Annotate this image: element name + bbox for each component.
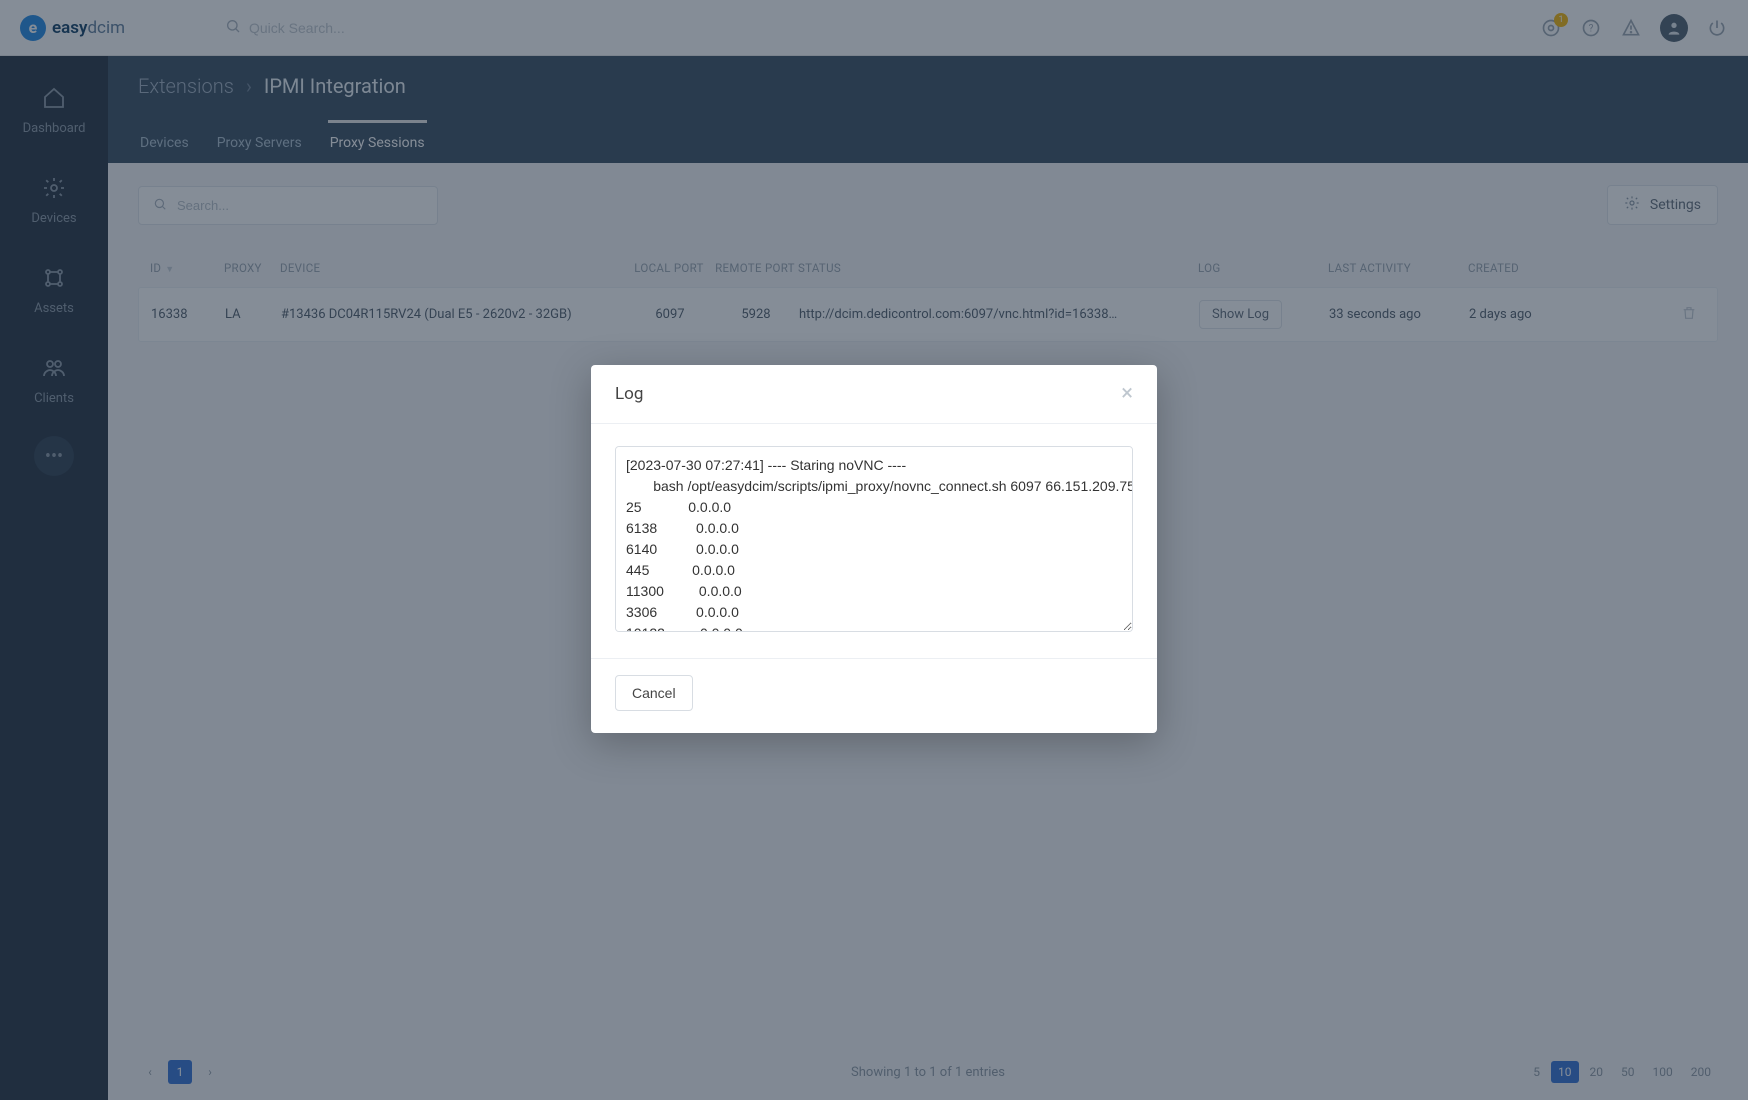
modal-title: Log: [615, 384, 643, 404]
cancel-button[interactable]: Cancel: [615, 675, 693, 711]
modal-overlay[interactable]: Log × Cancel: [0, 0, 1748, 1100]
modal-body: [591, 424, 1157, 658]
log-textarea[interactable]: [615, 446, 1133, 632]
modal-footer: Cancel: [591, 658, 1157, 733]
log-modal: Log × Cancel: [591, 365, 1157, 733]
modal-header: Log ×: [591, 365, 1157, 424]
close-icon[interactable]: ×: [1121, 383, 1133, 405]
